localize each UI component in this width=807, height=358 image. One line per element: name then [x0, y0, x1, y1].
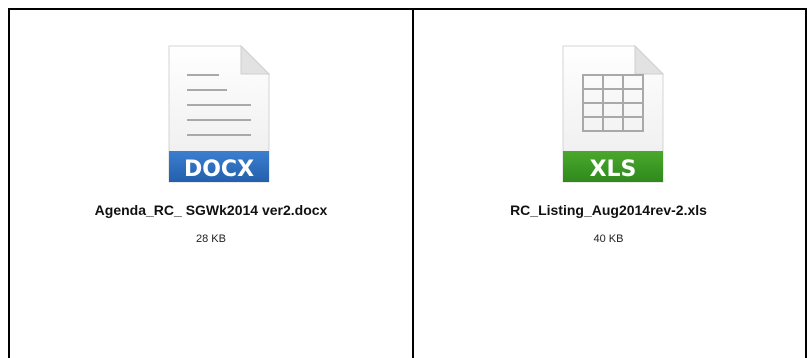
attachment-file-name[interactable]: Agenda_RC_ SGWk2014 ver2.docx — [10, 202, 412, 218]
attachment-card-docx[interactable]: DOCX Agenda_RC_ SGWk2014 ver2.docx 28 KB — [8, 8, 414, 358]
docx-file-icon[interactable]: DOCX — [163, 43, 273, 185]
docx-type-label: DOCX — [184, 157, 254, 182]
xls-file-icon[interactable]: XLS — [557, 43, 667, 185]
attachment-file-size: 28 KB — [196, 233, 226, 245]
xls-type-label: XLS — [590, 157, 637, 182]
attachments-grid: DOCX Agenda_RC_ SGWk2014 ver2.docx 28 KB — [0, 0, 807, 358]
attachment-file-name[interactable]: RC_Listing_Aug2014rev-2.xls — [412, 202, 805, 218]
attachment-card-xls[interactable]: XLS RC_Listing_Aug2014rev-2.xls 40 KB — [412, 8, 807, 358]
attachment-file-size: 40 KB — [593, 233, 624, 245]
